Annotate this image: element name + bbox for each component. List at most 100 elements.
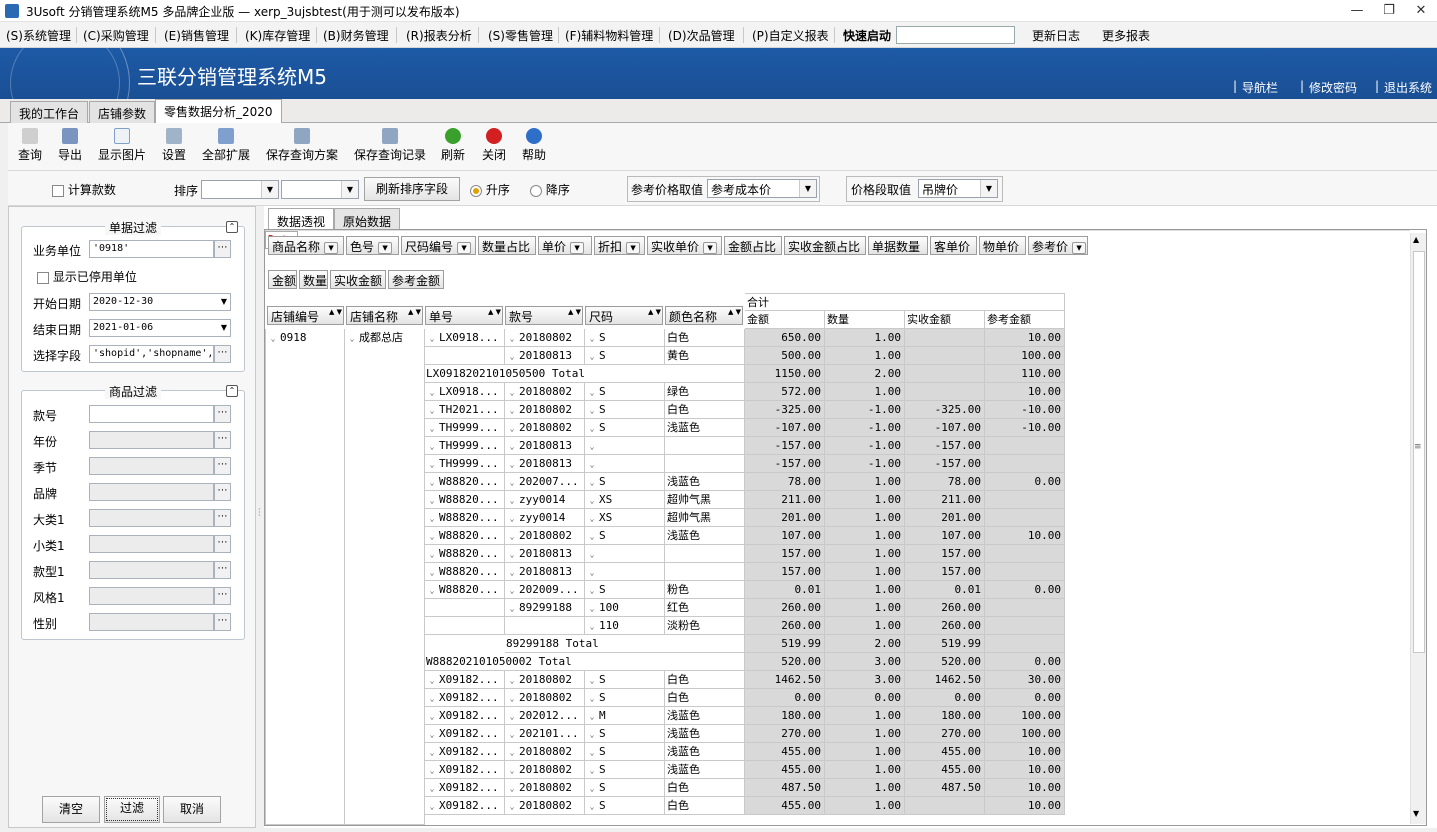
filter-field-button[interactable]: 参考价 ▼ xyxy=(1028,236,1088,255)
doc-number-cell[interactable]: ⌄ W88820... xyxy=(425,527,505,545)
doc-number-cell[interactable]: ⌄ X09182... xyxy=(425,743,505,761)
doc-number-cell[interactable]: ⌄ LX0918... xyxy=(425,329,505,347)
filter-field-button[interactable]: 客单价 xyxy=(930,236,977,255)
doc-number-cell[interactable]: ⌄ W88820... xyxy=(425,581,505,599)
menu-custom-report[interactable]: (P)自定义报表 xyxy=(752,27,829,44)
minimize-button[interactable]: — xyxy=(1342,1,1372,21)
size-cell[interactable]: ⌄ S xyxy=(585,761,665,779)
row-header-button[interactable]: 店铺编号 ▲ ▼ xyxy=(267,306,344,325)
start-date-field[interactable]: 2020-12-30 xyxy=(89,293,231,311)
size-cell[interactable]: ⌄ S xyxy=(585,671,665,689)
brand-field[interactable] xyxy=(89,483,214,501)
export-button[interactable]: 导出 xyxy=(58,128,82,163)
save-record-button[interactable]: 保存查询记录 xyxy=(354,128,426,163)
data-field-button[interactable]: 金额 xyxy=(268,270,297,289)
doc-number-cell[interactable]: ⌄ X09182... xyxy=(425,725,505,743)
doc-number-cell[interactable]: ⌄ W88820... xyxy=(425,491,505,509)
gender-field[interactable] xyxy=(89,613,214,631)
doc-number-cell[interactable]: ⌄ W88820... xyxy=(425,563,505,581)
row-header-button[interactable]: 店铺名称 ▲ ▼ xyxy=(346,306,423,325)
style-cell[interactable]: ⌄ 20180813 xyxy=(505,437,585,455)
size-cell[interactable]: ⌄ S xyxy=(585,383,665,401)
style-cell[interactable]: ⌄ 20180802 xyxy=(505,761,585,779)
style-cell[interactable]: ⌄ 20180813 xyxy=(505,545,585,563)
brand-browse-button[interactable]: ⋯ xyxy=(214,483,231,501)
clear-button[interactable]: 清空 xyxy=(42,796,100,823)
style-cell[interactable]: ⌄ 202007... xyxy=(505,473,585,491)
year-field[interactable] xyxy=(89,431,214,449)
menu-materials[interactable]: (F)辅料物料管理 xyxy=(565,27,653,44)
close-button[interactable]: 关闭 xyxy=(482,128,506,163)
desc-radio[interactable]: 降序 xyxy=(530,181,570,198)
sort-field-2[interactable]: ▼ xyxy=(281,180,359,199)
filter-field-button[interactable]: 物单价 xyxy=(979,236,1026,255)
gender-browse-button[interactable]: ⋯ xyxy=(214,613,231,631)
doc-number-cell[interactable]: ⌄ X09182... xyxy=(425,797,505,815)
style-cell[interactable]: ⌄ 20180802 xyxy=(505,797,585,815)
calc-count-checkbox[interactable]: 计算款数 xyxy=(52,181,116,198)
style-cell[interactable]: ⌄ 202012... xyxy=(505,707,585,725)
menu-more-reports[interactable]: 更多报表 xyxy=(1102,27,1150,44)
doc-number-cell[interactable]: ⌄ TH9999... xyxy=(425,437,505,455)
style-cell[interactable]: ⌄ 20180802 xyxy=(505,779,585,797)
unit-browse-button[interactable]: ⋯ xyxy=(214,240,231,258)
shape-field[interactable] xyxy=(89,561,214,579)
fields-browse-button[interactable]: ⋯ xyxy=(214,345,231,363)
end-date-field[interactable]: 2021-01-06 xyxy=(89,319,231,337)
style-cell[interactable]: ⌄ 20180802 xyxy=(505,401,585,419)
subcategory-browse-button[interactable]: ⋯ xyxy=(214,535,231,553)
style-cell[interactable]: ⌄ zyy0014 xyxy=(505,509,585,527)
style-cell[interactable]: ⌄ 202009... xyxy=(505,581,585,599)
end-date-dropdown-icon[interactable]: ▼ xyxy=(218,319,230,337)
data-field-button[interactable]: 参考金额 xyxy=(388,270,444,289)
size-cell[interactable]: ⌄ S xyxy=(585,689,665,707)
unit-field[interactable]: '0918' xyxy=(89,240,214,258)
menu-defective[interactable]: (D)次品管理 xyxy=(668,27,735,44)
size-cell[interactable]: ⌄ S xyxy=(585,347,665,365)
style-cell[interactable]: ⌄ 20180802 xyxy=(505,527,585,545)
size-cell[interactable]: ⌄ XS xyxy=(585,491,665,509)
panel-splitter[interactable]: · · · xyxy=(256,206,264,828)
data-field-button[interactable]: 实收金额 xyxy=(330,270,386,289)
ref-price-select[interactable]: 参考成本价 ▼ xyxy=(707,179,817,198)
size-cell[interactable]: ⌄ S xyxy=(585,797,665,815)
collapse-icon[interactable]: ⌃ xyxy=(226,385,238,397)
subcategory-field[interactable] xyxy=(89,535,214,553)
filter-field-button[interactable]: 金额占比 xyxy=(724,236,782,255)
doc-number-cell[interactable]: ⌄ TH9999... xyxy=(425,419,505,437)
doc-number-cell[interactable]: ⌄ TH9999... xyxy=(425,455,505,473)
quick-start-input[interactable] xyxy=(896,26,1015,44)
doc-number-cell[interactable] xyxy=(425,617,505,635)
style-cell[interactable]: ⌄ 20180813 xyxy=(505,563,585,581)
collapse-icon[interactable]: ⌃ xyxy=(226,221,238,233)
doc-number-cell[interactable]: ⌄ W88820... xyxy=(425,473,505,491)
size-cell[interactable]: ⌄ XS xyxy=(585,509,665,527)
size-cell[interactable]: ⌄ S xyxy=(585,725,665,743)
doc-number-cell[interactable]: ⌄ X09182... xyxy=(425,761,505,779)
shape-browse-button[interactable]: ⋯ xyxy=(214,561,231,579)
filter-field-button[interactable]: 折扣 ▼ xyxy=(594,236,645,255)
doc-number-cell[interactable]: ⌄ X09182... xyxy=(425,779,505,797)
style-cell[interactable]: ⌄ zyy0014 xyxy=(505,491,585,509)
cancel-button[interactable]: 取消 xyxy=(163,796,221,823)
query-button[interactable]: 查询 xyxy=(18,128,42,163)
size-cell[interactable]: ⌄ 110 xyxy=(585,617,665,635)
style-field[interactable] xyxy=(89,405,214,423)
menu-finance[interactable]: (B)财务管理 xyxy=(323,27,389,44)
restore-button[interactable]: ❐ xyxy=(1374,1,1404,21)
tab-workbench[interactable]: 我的工作台 xyxy=(10,101,89,123)
style-type-browse-button[interactable]: ⋯ xyxy=(214,587,231,605)
refresh-sort-button[interactable]: 刷新排序字段 xyxy=(364,177,460,201)
doc-number-cell[interactable]: ⌄ TH2021... xyxy=(425,401,505,419)
doc-number-cell[interactable]: ⌄ W88820... xyxy=(425,509,505,527)
size-cell[interactable]: ⌄ S xyxy=(585,779,665,797)
size-cell[interactable]: ⌄ xyxy=(585,545,665,563)
row-header-button[interactable]: 颜色名称 ▲ ▼ xyxy=(665,306,743,325)
category-field[interactable] xyxy=(89,509,214,527)
season-field[interactable] xyxy=(89,457,214,475)
doc-number-cell[interactable]: ⌄ W88820... xyxy=(425,545,505,563)
style-cell[interactable]: ⌄ 20180802 xyxy=(505,419,585,437)
show-disabled-checkbox[interactable]: 显示已停用单位 xyxy=(37,268,137,285)
style-type-field[interactable] xyxy=(89,587,214,605)
vertical-scrollbar[interactable]: ▲ ≡ ▼ xyxy=(1410,233,1426,824)
